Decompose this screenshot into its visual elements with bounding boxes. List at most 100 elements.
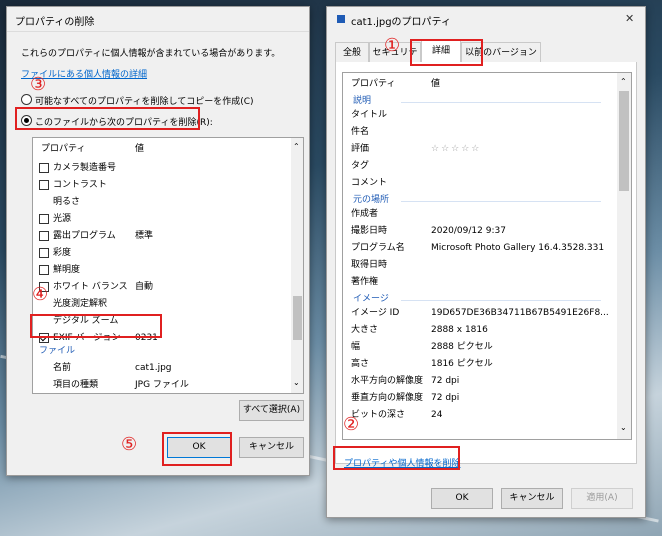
detail-label[interactable]: タイトル	[351, 107, 387, 124]
annotation-4: ④	[32, 284, 49, 305]
property-value: 標準	[135, 231, 154, 241]
details-panel: プロパティ 値 説明 タイトル 件名 評価 ☆☆☆☆☆ タグ コメント 元の場所 作成者 撮影日時…	[335, 62, 637, 469]
detail-label[interactable]: 高さ	[351, 356, 369, 373]
detail-label[interactable]: 水平方向の解像度	[351, 373, 423, 390]
scroll-down-icon[interactable]: ⌄	[620, 423, 627, 432]
close-icon[interactable]: ✕	[625, 12, 634, 25]
highlight-remove-radio	[15, 107, 200, 130]
group-header-file: ファイル	[39, 346, 76, 356]
scrollbar[interactable]: ⌃ ⌄	[617, 73, 631, 439]
detail-label[interactable]: 取得日時	[351, 257, 387, 274]
property-row[interactable]: 露出プログラム 標準	[33, 228, 289, 245]
dialog-title: プロパティの削除	[15, 17, 95, 28]
scroll-thumb[interactable]	[293, 296, 302, 340]
detail-label[interactable]: 評価	[351, 141, 369, 158]
highlight-remove-link	[333, 446, 460, 470]
detail-value[interactable]: Microsoft Photo Gallery 16.4.3528.331	[431, 240, 604, 257]
property-label: 明るさ	[53, 197, 81, 207]
detail-value[interactable]: 2020/09/12 9:37	[431, 223, 506, 240]
annotation-3: ③	[30, 74, 47, 95]
cancel-button[interactable]: キャンセル	[501, 488, 563, 509]
property-row[interactable]: 光源	[33, 211, 289, 228]
detail-label[interactable]: 撮影日時	[351, 223, 387, 240]
property-value: 自動	[135, 282, 154, 292]
property-row[interactable]: 鮮明度	[33, 262, 289, 279]
file-property-value: JPG ファイル	[135, 380, 189, 390]
group-divider	[401, 102, 601, 103]
detail-value[interactable]: 24	[431, 407, 442, 424]
property-checkbox[interactable]	[39, 248, 49, 258]
property-label: ホワイト バランス	[53, 282, 128, 292]
column-header-value[interactable]: 値	[135, 141, 144, 158]
detail-label[interactable]: 幅	[351, 339, 360, 356]
detail-value[interactable]: 1816 ピクセル	[431, 356, 493, 373]
property-checkbox[interactable]	[39, 214, 49, 224]
cancel-button[interactable]: キャンセル	[239, 437, 304, 458]
property-label: 光源	[53, 214, 72, 224]
column-header-value[interactable]: 値	[431, 76, 440, 93]
detail-value[interactable]: 72 dpi	[431, 373, 459, 390]
scrollbar[interactable]: ⌃ ⌄	[291, 138, 303, 393]
scroll-thumb[interactable]	[619, 91, 629, 191]
property-row[interactable]: カメラ製造番号	[33, 160, 289, 177]
property-row[interactable]: コントラスト	[33, 177, 289, 194]
annotation-2: ②	[343, 414, 360, 435]
property-label: 鮮明度	[53, 265, 81, 275]
detail-value[interactable]: 72 dpi	[431, 390, 459, 407]
property-label: 彩度	[53, 248, 72, 258]
column-header-property[interactable]: プロパティ	[41, 141, 85, 158]
group-divider	[401, 201, 601, 202]
property-row[interactable]: ホワイト バランス 自動	[33, 279, 289, 296]
detail-value[interactable]: 2888 x 1816	[431, 322, 488, 339]
detail-value[interactable]: ☆☆☆☆☆	[431, 141, 481, 158]
details-list[interactable]: プロパティ 値 説明 タイトル 件名 評価 ☆☆☆☆☆ タグ コメント 元の場所 作成者 撮影日時…	[342, 72, 632, 440]
detail-value[interactable]: 2888 ピクセル	[431, 339, 493, 356]
detail-label[interactable]: 件名	[351, 124, 369, 141]
dialog-title: cat1.jpgのプロパティ	[351, 17, 451, 28]
detail-value[interactable]: 19D657DE36B34711B67B5491E26F8...	[431, 305, 609, 322]
file-properties-dialog: cat1.jpgのプロパティ ✕ 全般 セキュリティ 詳細 以前のバージョン プ…	[326, 6, 646, 518]
apply-button[interactable]: 適用(A)	[571, 488, 633, 509]
property-checkbox[interactable]	[39, 231, 49, 241]
desktop: { "left_dialog": { "title": "プロパティの削除", …	[0, 0, 662, 536]
detail-label[interactable]: 大きさ	[351, 322, 378, 339]
remove-properties-dialog: プロパティの削除 これらのプロパティに個人情報が含まれている場合があります。 フ…	[6, 6, 310, 476]
property-checkbox[interactable]	[39, 163, 49, 173]
property-checkbox[interactable]	[39, 180, 49, 190]
file-property-label: 項目の種類	[53, 380, 99, 390]
file-property-label: 名前	[53, 363, 72, 373]
property-label: コントラスト	[53, 180, 107, 190]
property-label: 露出プログラム	[53, 231, 116, 241]
annotation-1: ①	[384, 35, 401, 56]
property-row[interactable]: 明るさ	[33, 194, 289, 211]
highlight-ok-button	[162, 432, 232, 466]
radio-create-copy[interactable]	[21, 94, 32, 105]
detail-label[interactable]: プログラム名	[351, 240, 405, 257]
divider	[7, 31, 309, 32]
detail-label[interactable]: コメント	[351, 175, 387, 192]
detail-label[interactable]: 作成者	[351, 206, 378, 223]
scroll-up-icon[interactable]: ⌃	[620, 77, 627, 86]
detail-label[interactable]: タグ	[351, 158, 369, 175]
property-checkbox[interactable]	[39, 265, 49, 275]
column-header-property[interactable]: プロパティ	[351, 76, 395, 93]
image-file-icon	[337, 15, 345, 23]
ok-button[interactable]: OK	[431, 488, 493, 509]
radio-create-copy-label[interactable]: 可能なすべてのプロパティを削除してコピーを作成(C)	[35, 94, 254, 107]
select-all-button[interactable]: すべて選択(A)	[239, 400, 304, 421]
group-divider	[401, 300, 601, 301]
highlight-details-tab	[410, 39, 483, 66]
detail-label[interactable]: 垂直方向の解像度	[351, 390, 423, 407]
property-label: カメラ製造番号	[53, 163, 117, 173]
detail-label[interactable]: イメージ ID	[351, 305, 399, 322]
detail-label[interactable]: 著作権	[351, 274, 378, 291]
annotation-5: ⑤	[121, 434, 138, 455]
highlight-exif-row	[30, 314, 162, 338]
scroll-down-icon[interactable]: ⌄	[293, 378, 300, 387]
scroll-up-icon[interactable]: ⌃	[293, 142, 300, 151]
property-list[interactable]: プロパティ 値 カメラ製造番号 コントラスト 明るさ光源露出プログラム 標準彩度鮮明度…	[32, 137, 304, 394]
file-property-value: cat1.jpg	[135, 363, 172, 373]
property-row[interactable]: 光度測定解釈	[33, 296, 289, 313]
property-row[interactable]: 彩度	[33, 245, 289, 262]
tab-general[interactable]: 全般	[335, 42, 369, 62]
